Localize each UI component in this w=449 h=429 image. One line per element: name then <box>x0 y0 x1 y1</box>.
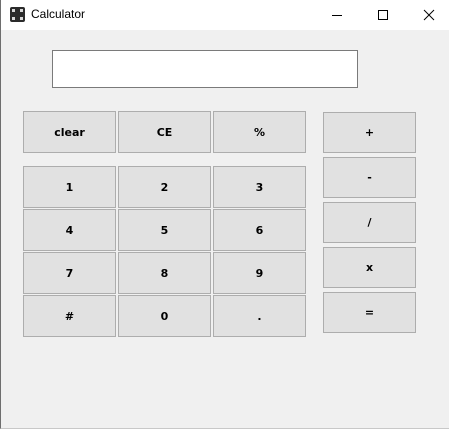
digit-2-button[interactable]: 2 <box>118 166 211 208</box>
equals-button[interactable]: = <box>323 292 416 333</box>
hash-button[interactable]: # <box>23 295 116 337</box>
digit-8-button[interactable]: 8 <box>118 252 211 294</box>
calculator-display[interactable] <box>52 50 358 88</box>
minimize-icon <box>332 15 342 16</box>
multiply-button[interactable]: x <box>323 247 416 288</box>
digit-7-button[interactable]: 7 <box>23 252 116 294</box>
digit-3-button[interactable]: 3 <box>213 166 306 208</box>
minimize-button[interactable] <box>314 0 360 30</box>
add-button[interactable]: + <box>323 112 416 153</box>
maximize-button[interactable] <box>360 0 406 30</box>
clear-button[interactable]: clear <box>23 111 116 153</box>
close-button[interactable] <box>406 0 449 30</box>
app-icon <box>10 7 25 22</box>
decimal-button[interactable]: . <box>213 295 306 337</box>
digit-9-button[interactable]: 9 <box>213 252 306 294</box>
divide-button[interactable]: / <box>323 202 416 243</box>
title-bar[interactable]: Calculator <box>1 0 449 30</box>
window-title: Calculator <box>31 7 86 21</box>
clear-entry-button[interactable]: CE <box>118 111 211 153</box>
digit-6-button[interactable]: 6 <box>213 209 306 251</box>
percent-button[interactable]: % <box>213 111 306 153</box>
close-icon <box>423 9 435 21</box>
digit-4-button[interactable]: 4 <box>23 209 116 251</box>
maximize-icon <box>378 10 388 20</box>
digit-0-button[interactable]: 0 <box>118 295 211 337</box>
subtract-button[interactable]: - <box>323 157 416 198</box>
calculator-window: Calculator clear CE % 1 2 3 4 5 6 7 8 9 <box>0 0 449 429</box>
digit-5-button[interactable]: 5 <box>118 209 211 251</box>
digit-1-button[interactable]: 1 <box>23 166 116 208</box>
